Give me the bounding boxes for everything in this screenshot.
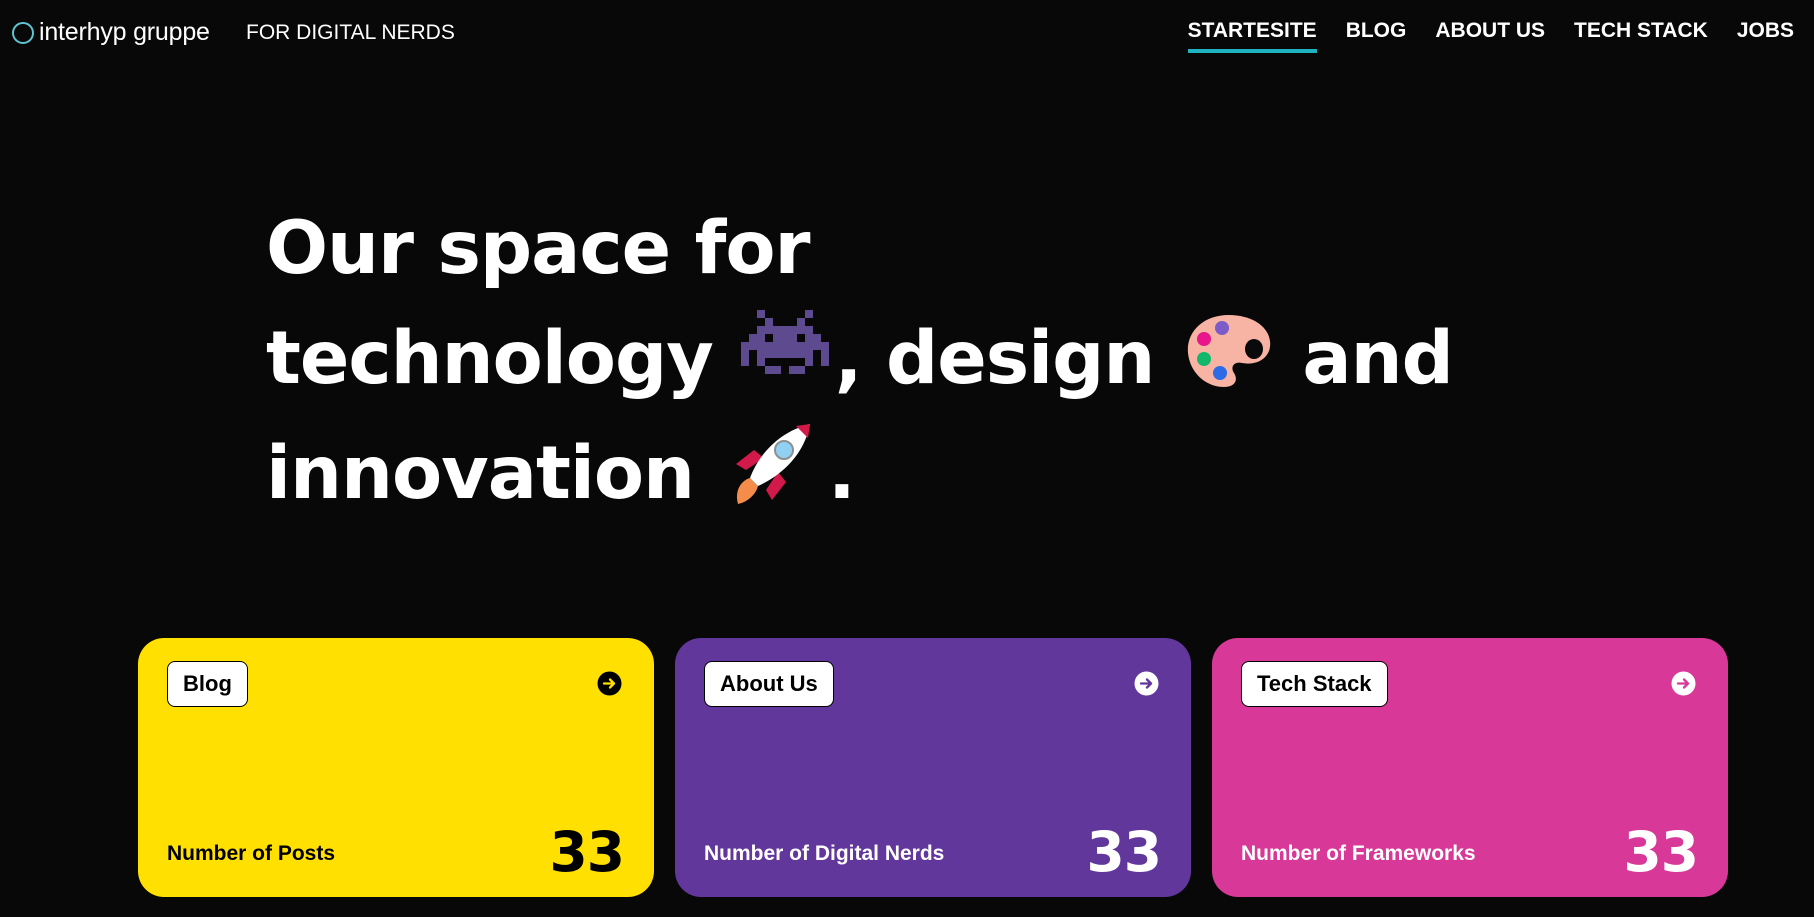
nav-item-blog[interactable]: BLOG	[1346, 19, 1407, 53]
nav-item-tech-stack[interactable]: TECH STACK	[1574, 19, 1708, 53]
blog-card[interactable]: Blog Number of Posts 33	[138, 638, 654, 897]
hero-text-design: , design	[834, 316, 1156, 401]
nav-item-jobs[interactable]: JOBS	[1737, 19, 1794, 53]
space-invader-icon	[740, 309, 829, 391]
main-nav: STARTESITE BLOG ABOUT US TECH STACK JOBS	[1159, 19, 1794, 53]
tech-stack-card-count: 33	[1623, 820, 1699, 884]
hero-heading: Our space for technology , design and in…	[266, 200, 1566, 531]
rocket-icon	[728, 420, 814, 506]
brand-logo[interactable]: interhyp gruppe	[12, 18, 210, 47]
arrow-right-circle-icon[interactable]	[1134, 671, 1159, 696]
about-us-card-count: 33	[1086, 820, 1162, 884]
nav-item-about-us[interactable]: ABOUT US	[1435, 19, 1545, 53]
hero-line-1: Our space for	[266, 200, 1566, 298]
tech-stack-card-tag: Tech Stack	[1241, 661, 1388, 707]
nav-item-startesite[interactable]: STARTESITE	[1187, 19, 1317, 53]
tech-stack-card-label: Number of Frameworks	[1241, 842, 1476, 865]
hero-line-3: innovation .	[266, 416, 1566, 531]
tech-stack-card[interactable]: Tech Stack Number of Frameworks 33	[1212, 638, 1728, 897]
arrow-right-circle-icon[interactable]	[597, 671, 622, 696]
site-tagline: FOR DIGITAL NERDS	[246, 21, 455, 44]
hero-text-innovation: innovation	[266, 431, 695, 516]
logo-ring-icon	[12, 21, 34, 44]
blog-card-label: Number of Posts	[167, 842, 336, 865]
hero-text-and: and	[1302, 316, 1453, 401]
site-header: interhyp gruppe FOR DIGITAL NERDS STARTE…	[0, 0, 1814, 68]
hero-text-technology: technology	[266, 316, 714, 401]
blog-card-count: 33	[549, 820, 625, 884]
blog-card-tag: Blog	[167, 661, 248, 707]
brand-name: interhyp gruppe	[39, 18, 210, 46]
about-us-card-tag: About Us	[704, 661, 834, 707]
artist-palette-icon	[1184, 311, 1274, 391]
hero-line-2: technology , design and	[266, 301, 1566, 416]
hero-text-period: .	[828, 431, 856, 516]
about-us-card-label: Number of Digital Nerds	[704, 842, 945, 865]
hero-text-1: Our space for	[266, 206, 811, 291]
arrow-right-circle-icon[interactable]	[1671, 671, 1696, 696]
about-us-card[interactable]: About Us Number of Digital Nerds 33	[675, 638, 1191, 897]
